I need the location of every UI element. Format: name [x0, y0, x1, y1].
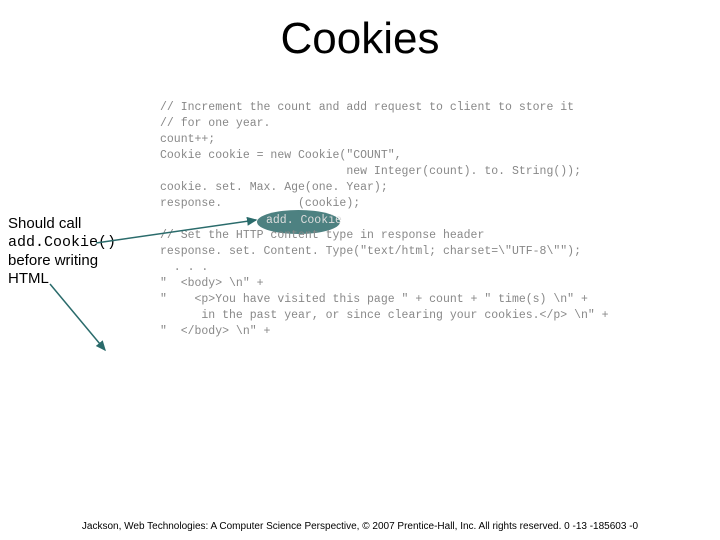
code-line: " <body> \n" + [160, 277, 264, 290]
callout-line3: before writing [8, 252, 98, 269]
code-line: " </body> \n" + [160, 325, 270, 338]
code-line: // for one year. [160, 117, 270, 130]
code-line: response. (cookie); [160, 197, 360, 210]
slide: Cookies Should call add.Cookie() before … [0, 0, 720, 540]
code-line: Cookie cookie = new Cookie("COUNT", [160, 149, 402, 162]
code-line: new Integer(count). to. String()); [160, 165, 581, 178]
callout-code: add.Cookie() [8, 234, 116, 251]
code-line: . . . [160, 261, 208, 274]
code-line: " <p>You have visited this page " + coun… [160, 293, 588, 306]
footer-citation: Jackson, Web Technologies: A Computer Sc… [0, 521, 720, 532]
code-block: // Increment the count and add request t… [160, 100, 609, 340]
callout-line1: Should call [8, 215, 81, 232]
code-line: in the past year, or since clearing your… [160, 309, 609, 322]
code-line: // Set the HTTP content type in response… [160, 229, 484, 242]
highlight-text: add. Cookie [266, 214, 342, 227]
slide-title: Cookies [0, 14, 720, 64]
code-line: count++; [160, 133, 215, 146]
callout-line4: HTML [8, 270, 49, 287]
code-line: cookie. set. Max. Age(one. Year); [160, 181, 388, 194]
code-line: response. set. Content. Type("text/html;… [160, 245, 581, 258]
callout-annotation: Should call add.Cookie() before writing … [8, 215, 138, 288]
code-line: // Increment the count and add request t… [160, 101, 574, 114]
